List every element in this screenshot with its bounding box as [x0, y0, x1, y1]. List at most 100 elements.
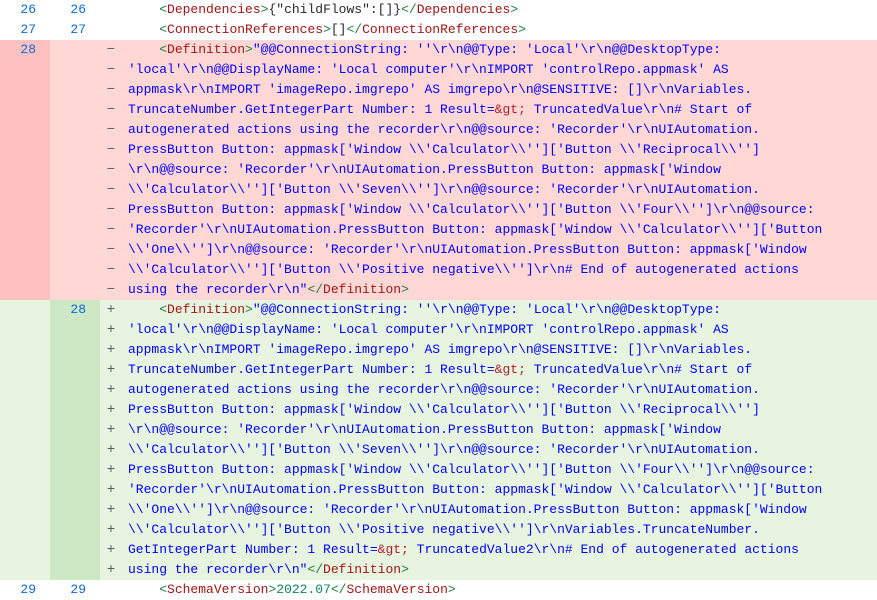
old-line-number[interactable]	[0, 460, 50, 480]
old-line-number[interactable]	[0, 60, 50, 80]
diff-row[interactable]: 2727 <ConnectionReferences>[]</Connectio…	[0, 20, 877, 40]
code-cell[interactable]: 'local'\r\n@@DisplayName: 'Local compute…	[122, 320, 877, 340]
old-line-number[interactable]	[0, 180, 50, 200]
new-line-number[interactable]	[50, 100, 100, 120]
diff-row[interactable]: +'Recorder'\r\nUIAutomation.PressButton …	[0, 480, 877, 500]
diff-row[interactable]: +'local'\r\n@@DisplayName: 'Local comput…	[0, 320, 877, 340]
code-cell[interactable]: <Dependencies>{"childFlows":[]}</Depende…	[122, 0, 877, 20]
code-cell[interactable]: <Definition>"@@ConnectionString: ''\r\n@…	[122, 300, 877, 320]
diff-row[interactable]: −'local'\r\n@@DisplayName: 'Local comput…	[0, 60, 877, 80]
new-line-number[interactable]	[50, 140, 100, 160]
diff-row[interactable]: 2929 <SchemaVersion>2022.07</SchemaVersi…	[0, 580, 877, 600]
new-line-number[interactable]	[50, 260, 100, 280]
old-line-number[interactable]: 27	[0, 20, 50, 40]
code-cell[interactable]: using the recorder\r\n"</Definition>	[122, 280, 877, 300]
new-line-number[interactable]	[50, 360, 100, 380]
new-line-number[interactable]	[50, 380, 100, 400]
old-line-number[interactable]	[0, 300, 50, 320]
old-line-number[interactable]	[0, 440, 50, 460]
new-line-number[interactable]	[50, 560, 100, 580]
code-cell[interactable]: \\'Calculator\\'']['Button \\'Positive n…	[122, 520, 877, 540]
diff-row[interactable]: 28+ <Definition>"@@ConnectionString: ''\…	[0, 300, 877, 320]
new-line-number[interactable]	[50, 60, 100, 80]
diff-row[interactable]: −'Recorder'\r\nUIAutomation.PressButton …	[0, 220, 877, 240]
old-line-number[interactable]	[0, 380, 50, 400]
code-cell[interactable]: TruncateNumber.GetIntegerPart Number: 1 …	[122, 100, 877, 120]
old-line-number[interactable]	[0, 360, 50, 380]
code-cell[interactable]: using the recorder\r\n"</Definition>	[122, 560, 877, 580]
code-cell[interactable]: 'local'\r\n@@DisplayName: 'Local compute…	[122, 60, 877, 80]
code-cell[interactable]: 'Recorder'\r\nUIAutomation.PressButton B…	[122, 220, 877, 240]
old-line-number[interactable]	[0, 400, 50, 420]
diff-row[interactable]: −PressButton Button: appmask['Window \\'…	[0, 200, 877, 220]
new-line-number[interactable]	[50, 400, 100, 420]
code-cell[interactable]: PressButton Button: appmask['Window \\'C…	[122, 140, 877, 160]
new-line-number[interactable]	[50, 320, 100, 340]
diff-row[interactable]: −\\'Calculator\\'']['Button \\'Positive …	[0, 260, 877, 280]
old-line-number[interactable]	[0, 320, 50, 340]
new-line-number[interactable]: 27	[50, 20, 100, 40]
old-line-number[interactable]: 26	[0, 0, 50, 20]
code-cell[interactable]: <Definition>"@@ConnectionString: ''\r\n@…	[122, 40, 877, 60]
diff-row[interactable]: +\\'Calculator\\'']['Button \\'Positive …	[0, 520, 877, 540]
code-cell[interactable]: \\'One\\'']\r\n@@source: 'Recorder'\r\nU…	[122, 500, 877, 520]
new-line-number[interactable]	[50, 160, 100, 180]
new-line-number[interactable]	[50, 180, 100, 200]
old-line-number[interactable]	[0, 420, 50, 440]
old-line-number[interactable]: 28	[0, 40, 50, 60]
new-line-number[interactable]	[50, 280, 100, 300]
old-line-number[interactable]	[0, 540, 50, 560]
diff-row[interactable]: +using the recorder\r\n"</Definition>	[0, 560, 877, 580]
new-line-number[interactable]	[50, 540, 100, 560]
code-cell[interactable]: GetIntegerPart Number: 1 Result=&gt; Tru…	[122, 540, 877, 560]
new-line-number[interactable]: 28	[50, 300, 100, 320]
new-line-number[interactable]	[50, 200, 100, 220]
old-line-number[interactable]	[0, 560, 50, 580]
code-cell[interactable]: \r\n@@source: 'Recorder'\r\nUIAutomation…	[122, 160, 877, 180]
new-line-number[interactable]	[50, 460, 100, 480]
diff-row[interactable]: +GetIntegerPart Number: 1 Result=&gt; Tr…	[0, 540, 877, 560]
diff-row[interactable]: −appmask\r\nIMPORT 'imageRepo.imgrepo' A…	[0, 80, 877, 100]
old-line-number[interactable]	[0, 100, 50, 120]
code-cell[interactable]: appmask\r\nIMPORT 'imageRepo.imgrepo' AS…	[122, 80, 877, 100]
diff-row[interactable]: −\\'One\\'']\r\n@@source: 'Recorder'\r\n…	[0, 240, 877, 260]
new-line-number[interactable]	[50, 40, 100, 60]
diff-row[interactable]: +TruncateNumber.GetIntegerPart Number: 1…	[0, 360, 877, 380]
code-cell[interactable]: TruncateNumber.GetIntegerPart Number: 1 …	[122, 360, 877, 380]
new-line-number[interactable]	[50, 440, 100, 460]
new-line-number[interactable]	[50, 120, 100, 140]
old-line-number[interactable]	[0, 160, 50, 180]
code-cell[interactable]: <SchemaVersion>2022.07</SchemaVersion>	[122, 580, 877, 600]
new-line-number[interactable]: 29	[50, 580, 100, 600]
new-line-number[interactable]: 26	[50, 0, 100, 20]
code-cell[interactable]: appmask\r\nIMPORT 'imageRepo.imgrepo' AS…	[122, 340, 877, 360]
diff-row[interactable]: −\r\n@@source: 'Recorder'\r\nUIAutomatio…	[0, 160, 877, 180]
code-cell[interactable]: \r\n@@source: 'Recorder'\r\nUIAutomation…	[122, 420, 877, 440]
code-cell[interactable]: PressButton Button: appmask['Window \\'C…	[122, 460, 877, 480]
new-line-number[interactable]	[50, 520, 100, 540]
diff-row[interactable]: +\\'One\\'']\r\n@@source: 'Recorder'\r\n…	[0, 500, 877, 520]
old-line-number[interactable]	[0, 480, 50, 500]
old-line-number[interactable]	[0, 500, 50, 520]
diff-row[interactable]: −using the recorder\r\n"</Definition>	[0, 280, 877, 300]
code-cell[interactable]: <ConnectionReferences>[]</ConnectionRefe…	[122, 20, 877, 40]
code-cell[interactable]: \\'Calculator\\'']['Button \\'Positive n…	[122, 260, 877, 280]
diff-row[interactable]: 2626 <Dependencies>{"childFlows":[]}</De…	[0, 0, 877, 20]
code-cell[interactable]: \\'Calculator\\'']['Button \\'Seven\\'']…	[122, 180, 877, 200]
new-line-number[interactable]	[50, 500, 100, 520]
diff-row[interactable]: +\\'Calculator\\'']['Button \\'Seven\\''…	[0, 440, 877, 460]
old-line-number[interactable]	[0, 520, 50, 540]
diff-row[interactable]: −PressButton Button: appmask['Window \\'…	[0, 140, 877, 160]
old-line-number[interactable]	[0, 120, 50, 140]
code-cell[interactable]: autogenerated actions using the recorder…	[122, 380, 877, 400]
diff-row[interactable]: 28− <Definition>"@@ConnectionString: ''\…	[0, 40, 877, 60]
old-line-number[interactable]	[0, 200, 50, 220]
diff-row[interactable]: +PressButton Button: appmask['Window \\'…	[0, 400, 877, 420]
new-line-number[interactable]	[50, 220, 100, 240]
diff-row[interactable]: +appmask\r\nIMPORT 'imageRepo.imgrepo' A…	[0, 340, 877, 360]
new-line-number[interactable]	[50, 340, 100, 360]
old-line-number[interactable]	[0, 140, 50, 160]
diff-row[interactable]: −autogenerated actions using the recorde…	[0, 120, 877, 140]
code-cell[interactable]: \\'One\\'']\r\n@@source: 'Recorder'\r\nU…	[122, 240, 877, 260]
old-line-number[interactable]	[0, 340, 50, 360]
